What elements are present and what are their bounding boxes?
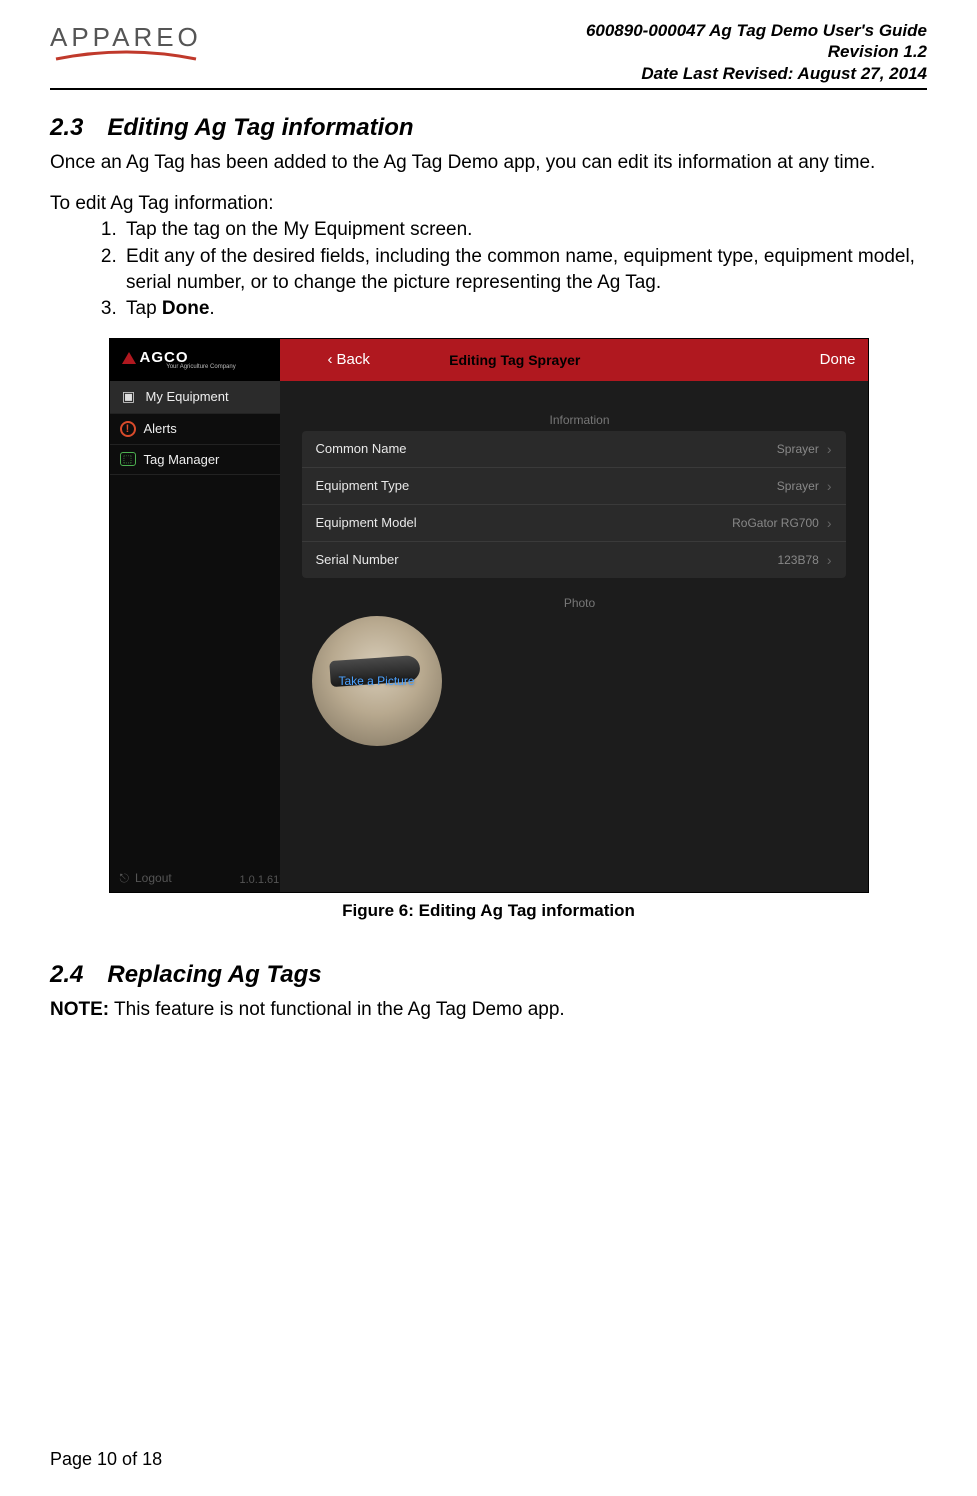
section-2-4-number: 2.4: [50, 961, 83, 989]
section-2-4-note: NOTE: This feature is not functional in …: [50, 997, 927, 1023]
agco-subtext: Your Agriculture Company: [123, 364, 280, 370]
app-sidebar: ▣ My Equipment ! Alerts ⬚ Tag Manager ⎋ …: [110, 381, 280, 892]
section-2-3-steps: Tap the tag on the My Equipment screen. …: [50, 217, 927, 322]
field-value: Sprayer: [777, 479, 819, 493]
field-value: Sprayer: [777, 442, 819, 456]
header-rule: [50, 88, 927, 90]
step-3-prefix: Tap: [126, 298, 162, 319]
field-common-name[interactable]: Common Name Sprayer ›: [302, 431, 846, 467]
field-equipment-type[interactable]: Equipment Type Sprayer ›: [302, 467, 846, 504]
take-picture-label: Take a Picture: [338, 674, 414, 688]
app-topbar: AGCO Your Agriculture Company ‹ Back Edi…: [110, 339, 868, 381]
figure-6-caption: Figure 6: Editing Ag Tag information: [50, 901, 927, 921]
chevron-right-icon: ›: [827, 441, 832, 457]
field-serial-number[interactable]: Serial Number 123B78 ›: [302, 541, 846, 578]
logo-swoosh-icon: [51, 49, 201, 63]
section-2-3-list-intro: To edit Ag Tag information:: [50, 193, 927, 215]
step-3: Tap Done.: [122, 296, 927, 322]
figure-6: AGCO Your Agriculture Company ‹ Back Edi…: [50, 338, 927, 921]
section-2-3-heading: 2.3 Editing Ag Tag information: [50, 114, 927, 142]
step-3-suffix: .: [209, 298, 214, 319]
chevron-right-icon: ›: [827, 552, 832, 568]
field-label: Equipment Type: [316, 478, 410, 493]
app-screenshot: AGCO Your Agriculture Company ‹ Back Edi…: [109, 338, 869, 893]
equipment-icon: ▣: [120, 388, 138, 406]
field-label: Equipment Model: [316, 515, 417, 530]
back-button[interactable]: ‹ Back: [328, 351, 370, 368]
back-label: Back: [337, 351, 370, 368]
field-value: 123B78: [777, 553, 818, 567]
info-fields: Common Name Sprayer › Equipment Type Spra…: [302, 431, 846, 578]
doc-meta: 600890-000047 Ag Tag Demo User's Guide R…: [586, 20, 927, 84]
doc-revision: Revision 1.2: [586, 41, 927, 62]
screen-title: Editing Tag Sprayer: [449, 352, 580, 368]
agco-logo-block: AGCO Your Agriculture Company: [110, 339, 280, 381]
field-label: Serial Number: [316, 552, 399, 567]
step-3-bold: Done: [162, 298, 210, 319]
sidebar-item-label: Tag Manager: [144, 452, 220, 467]
section-2-3-title: Editing Ag Tag information: [107, 114, 413, 141]
agco-triangle-icon: [122, 352, 136, 364]
done-button[interactable]: Done: [820, 351, 856, 368]
sidebar-item-label: Alerts: [144, 421, 177, 436]
app-content: Information Common Name Sprayer › Equipme…: [280, 381, 868, 892]
doc-title: 600890-000047 Ag Tag Demo User's Guide: [586, 20, 927, 41]
sidebar-item-alerts[interactable]: ! Alerts: [110, 414, 280, 445]
sidebar-item-tag-manager[interactable]: ⬚ Tag Manager: [110, 445, 280, 475]
logout-button[interactable]: ⎋ Logout: [120, 871, 172, 886]
section-2-3-intro: Once an Ag Tag has been added to the Ag …: [50, 150, 927, 176]
alert-icon: !: [120, 421, 136, 437]
chevron-right-icon: ›: [827, 515, 832, 531]
information-header: Information: [314, 413, 846, 427]
version-label: 1.0.1.617: [240, 874, 286, 886]
note-label: NOTE:: [50, 999, 109, 1020]
chevron-left-icon: ‹: [328, 351, 333, 368]
page-footer: Page 10 of 18: [50, 1449, 162, 1470]
step-2: Edit any of the desired fields, includin…: [122, 244, 927, 295]
logout-label: Logout: [135, 871, 172, 885]
note-body: This feature is not functional in the Ag…: [109, 999, 565, 1020]
field-label: Common Name: [316, 441, 407, 456]
logout-icon: ⎋: [120, 871, 130, 886]
logo: APPAREO: [50, 22, 202, 63]
field-equipment-model[interactable]: Equipment Model RoGator RG700 ›: [302, 504, 846, 541]
section-2-4-title: Replacing Ag Tags: [107, 961, 321, 988]
sidebar-item-my-equipment[interactable]: ▣ My Equipment: [110, 381, 280, 414]
chevron-right-icon: ›: [827, 478, 832, 494]
section-2-3-number: 2.3: [50, 114, 83, 142]
sidebar-item-label: My Equipment: [146, 389, 229, 404]
photo-header: Photo: [314, 596, 846, 610]
tag-icon: ⬚: [120, 452, 136, 466]
step-1: Tap the tag on the My Equipment screen.: [122, 217, 927, 243]
doc-date: Date Last Revised: August 27, 2014: [586, 63, 927, 84]
page-header: APPAREO 600890-000047 Ag Tag Demo User's…: [50, 20, 927, 84]
take-picture-button[interactable]: Take a Picture: [312, 616, 442, 746]
field-value: RoGator RG700: [732, 516, 819, 530]
section-2-4-heading: 2.4 Replacing Ag Tags: [50, 961, 927, 989]
